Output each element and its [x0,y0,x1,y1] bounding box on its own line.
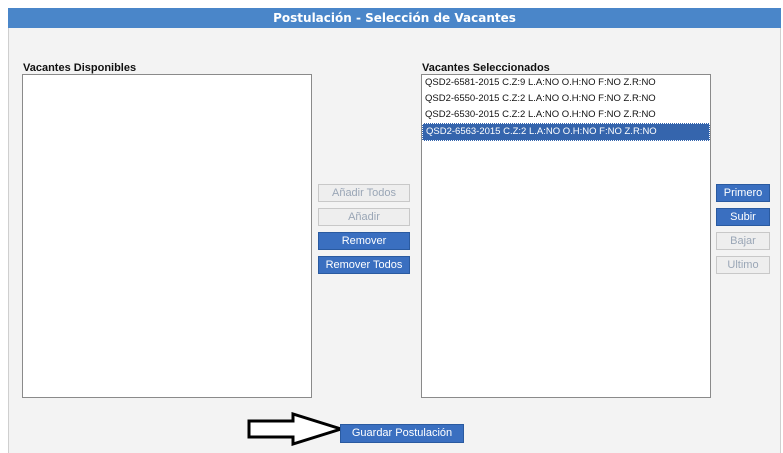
available-vacancies-label: Vacantes Disponibles [23,62,137,74]
selected-vacancies-label: Vacantes Seleccionados [422,62,550,74]
add-button[interactable]: Añadir [318,208,410,226]
list-item[interactable]: QSD2-6550-2015 C.Z:2 L.A:NO O.H:NO F:NO … [422,91,710,107]
save-application-button[interactable]: Guardar Postulación [340,424,464,443]
last-button[interactable]: Ultimo [716,256,770,274]
page-title: Postulación - Selección de Vacantes [8,8,781,28]
right-arrow-icon [247,412,346,446]
down-button[interactable]: Bajar [716,232,770,250]
first-button[interactable]: Primero [716,184,770,202]
list-item[interactable]: QSD2-6563-2015 C.Z:2 L.A:NO O.H:NO F:NO … [422,123,710,141]
remove-button[interactable]: Remover [318,232,410,250]
list-item[interactable]: QSD2-6530-2015 C.Z:2 L.A:NO O.H:NO F:NO … [422,107,710,123]
add-all-button[interactable]: Añadir Todos [318,184,410,202]
remove-all-button[interactable]: Remover Todos [318,256,410,274]
available-vacancies-list[interactable] [22,74,312,398]
up-button[interactable]: Subir [716,208,770,226]
list-item[interactable]: QSD2-6581-2015 C.Z:9 L.A:NO O.H:NO F:NO … [422,75,710,91]
selected-vacancies-list[interactable]: QSD2-6581-2015 C.Z:9 L.A:NO O.H:NO F:NO … [421,74,711,398]
